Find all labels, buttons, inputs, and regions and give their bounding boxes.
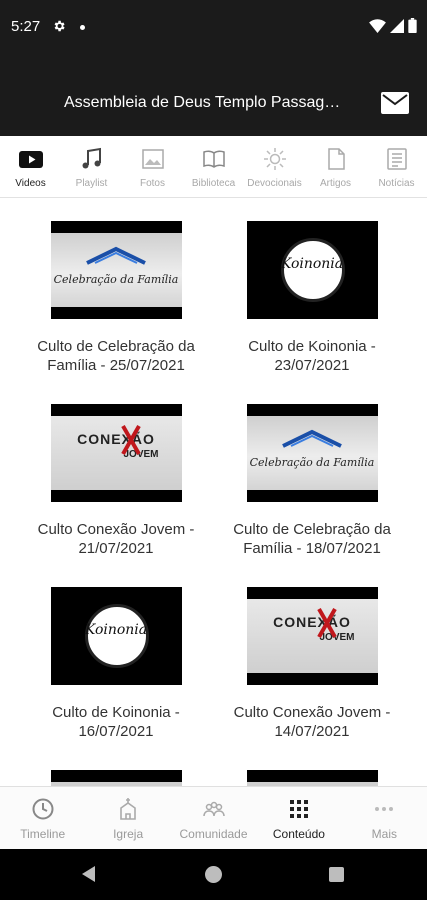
thumb-text: Celebração da Família (53, 273, 179, 286)
people-icon (202, 801, 225, 817)
x-mark-icon (316, 608, 337, 638)
status-bar: 5:27 (0, 0, 427, 56)
video-title: Culto de Koinonia - 23/07/2021 (248, 338, 376, 374)
notification-dot (80, 25, 85, 30)
recents-icon[interactable] (329, 867, 344, 882)
status-icons (369, 18, 417, 33)
tab-label: Fotos (139, 178, 165, 189)
bottom-nav: Timeline Igreja Comunidade Conteúdo Mais (0, 786, 427, 849)
document-icon (327, 148, 345, 170)
status-time: 5:27 (11, 18, 41, 35)
nav-item-conteudo[interactable]: Conteúdo (256, 787, 341, 849)
photo-icon (141, 149, 164, 169)
video-thumbnail[interactable]: Celebração da Família (50, 221, 182, 319)
tab-noticias[interactable]: Notícias (366, 136, 427, 197)
battery-icon (408, 18, 417, 33)
tab-biblioteca[interactable]: Biblioteca (183, 136, 244, 197)
video-item-partial[interactable] (214, 770, 410, 786)
video-item[interactable]: CONEXÃO JOVEM Culto Conexão Jovem - 21/0… (18, 404, 214, 558)
mail-icon[interactable] (381, 92, 409, 114)
wifi-icon (369, 18, 386, 33)
sun-icon (263, 148, 286, 170)
book-icon (202, 150, 225, 168)
video-item-partial[interactable] (18, 770, 214, 786)
video-title: Culto Conexão Jovem - 14/07/2021 (233, 704, 391, 740)
video-thumbnail[interactable]: Koinonia (50, 587, 182, 685)
video-list[interactable]: Celebração da Família Culto de Celebraçã… (0, 199, 427, 786)
app-title: Assembleia de Deus Templo Passag… (64, 94, 341, 111)
church-icon (120, 798, 136, 820)
video-title: Culto Conexão Jovem - 21/07/2021 (37, 521, 195, 557)
video-item[interactable]: Koinonia Culto de Koinonia - 16/07/2021 (18, 587, 214, 741)
newspaper-icon (386, 148, 407, 170)
nav-item-comunidade[interactable]: Comunidade (171, 787, 256, 849)
tab-label: Artigos (319, 178, 352, 189)
video-thumbnail[interactable]: CONEXÃO JOVEM (246, 587, 378, 685)
video-thumbnail[interactable]: Celebração da Família (246, 404, 378, 502)
home-icon[interactable] (205, 866, 222, 883)
nav-item-timeline[interactable]: Timeline (0, 787, 85, 849)
tab-playlist[interactable]: Playlist (61, 136, 122, 197)
back-icon[interactable] (82, 866, 95, 882)
nav-label: Conteúdo (272, 827, 325, 841)
nav-label: Timeline (20, 827, 66, 841)
tab-fotos[interactable]: Fotos (122, 136, 183, 197)
tab-label: Notícias (378, 178, 415, 189)
video-thumbnail[interactable] (50, 770, 182, 786)
music-note-icon (82, 147, 101, 169)
nav-item-mais[interactable]: Mais (342, 787, 427, 849)
tab-artigos[interactable]: Artigos (305, 136, 366, 197)
grid-icon (289, 800, 308, 818)
video-title: Culto de Koinonia - 16/07/2021 (52, 704, 180, 740)
video-title: Culto de Celebração da Família - 25/07/2… (37, 338, 195, 374)
video-thumbnail[interactable]: CONEXÃO JOVEM (50, 404, 182, 502)
video-thumbnail[interactable]: Koinonia (246, 221, 378, 319)
nav-label: Mais (371, 827, 397, 841)
tab-devocionais[interactable]: Devocionais (244, 136, 305, 197)
nav-label: Comunidade (179, 827, 248, 841)
video-item[interactable]: CONEXÃO JOVEM Culto Conexão Jovem - 14/0… (214, 587, 410, 741)
signal-icon (390, 18, 404, 33)
system-nav-bar (0, 849, 427, 900)
video-title: Culto de Celebração da Família - 18/07/2… (233, 521, 391, 557)
tab-videos[interactable]: Videos (0, 136, 61, 197)
thumb-text: Celebração da Família (249, 456, 375, 469)
x-mark-icon (120, 425, 141, 455)
tab-label: Biblioteca (191, 178, 236, 189)
video-play-icon (18, 151, 43, 168)
house-logo-icon (85, 246, 146, 265)
tab-label: Devocionais (247, 178, 302, 189)
gear-icon (54, 20, 65, 32)
thumb-text: Koinonia (84, 622, 148, 638)
house-logo-icon (281, 429, 342, 448)
tab-label: Videos (15, 178, 46, 189)
nav-label: Igreja (113, 827, 144, 841)
thumb-text: Koinonia (280, 256, 344, 272)
clock-icon (32, 798, 54, 820)
video-item[interactable]: Celebração da Família Culto de Celebraçã… (18, 221, 214, 375)
app-header: Assembleia de Deus Templo Passag… (0, 56, 427, 136)
content-tabs: Videos Playlist Fotos Biblioteca Devocio… (0, 136, 427, 198)
more-icon (375, 807, 394, 811)
video-thumbnail[interactable] (246, 770, 378, 786)
video-item[interactable]: Celebração da Família Culto de Celebraçã… (214, 404, 410, 558)
tab-label: Playlist (75, 178, 108, 189)
video-item[interactable]: Koinonia Culto de Koinonia - 23/07/2021 (214, 221, 410, 375)
nav-item-igreja[interactable]: Igreja (85, 787, 170, 849)
